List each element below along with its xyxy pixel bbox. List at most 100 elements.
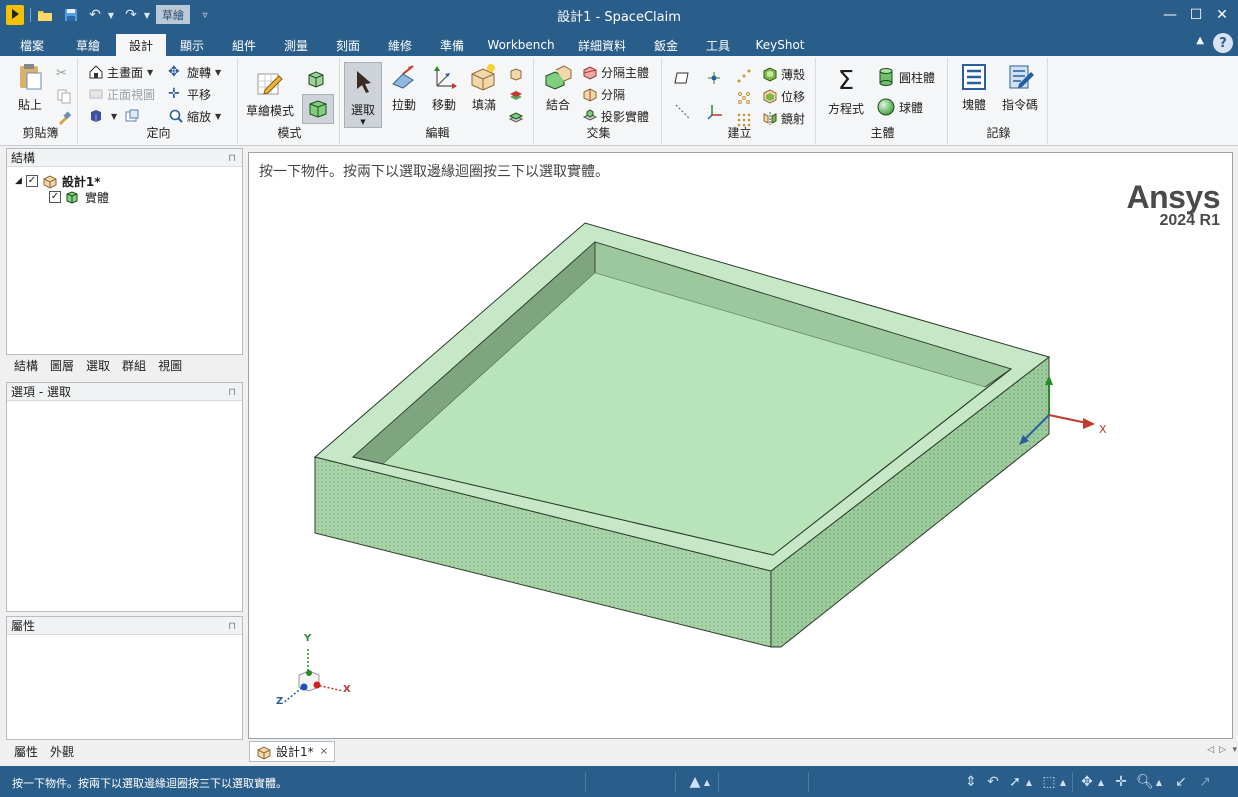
axis-button[interactable] bbox=[674, 102, 695, 122]
spaceclaim-logo-icon[interactable] bbox=[6, 5, 24, 25]
zoom-icon[interactable]: 🔍︎ bbox=[1136, 773, 1154, 791]
tab-selection[interactable]: 選取 bbox=[86, 357, 110, 375]
section-mode-button[interactable] bbox=[306, 68, 329, 90]
script-button[interactable]: 指令碼 bbox=[998, 62, 1042, 113]
split-button[interactable]: 分隔 bbox=[582, 84, 625, 104]
point-button[interactable] bbox=[736, 66, 755, 86]
redo-icon[interactable]: ↷ bbox=[122, 5, 140, 25]
document-tab[interactable]: 設計1* × bbox=[249, 741, 336, 762]
tab-properties[interactable]: 屬性 bbox=[14, 743, 38, 761]
tab-workbench[interactable]: Workbench bbox=[486, 34, 556, 56]
dropdown-arrow-icon[interactable]: ▲ bbox=[1154, 773, 1164, 791]
select-cursor-icon[interactable]: ➚ bbox=[1006, 773, 1024, 791]
shell-button[interactable]: 薄殼 bbox=[762, 64, 805, 84]
cylinder-button[interactable]: 圓柱體 bbox=[876, 66, 935, 88]
blend-button[interactable] bbox=[508, 64, 527, 84]
origin-button[interactable] bbox=[706, 68, 725, 88]
visibility-checkbox[interactable]: ✓ bbox=[25, 175, 38, 187]
close-tab-icon[interactable]: × bbox=[320, 746, 328, 757]
plane-button[interactable] bbox=[674, 68, 695, 88]
undo-icon[interactable]: ↶ bbox=[86, 5, 104, 25]
pattern-button[interactable] bbox=[736, 88, 755, 108]
visibility-checkbox[interactable]: ✓ bbox=[49, 191, 61, 203]
pin-icon[interactable]: ⊓ bbox=[228, 150, 236, 168]
sphere-button[interactable]: 球體 bbox=[876, 96, 923, 118]
customize-toolbar-icon[interactable]: ▿ bbox=[198, 5, 212, 25]
pan-button[interactable]: ✛ 平移 bbox=[168, 84, 211, 104]
3d-viewport[interactable]: 按一下物件。按兩下以選取邊緣迴圈按三下以選取實體。 Ansys 2024 R1 bbox=[248, 152, 1233, 739]
redo-dropdown-icon[interactable]: ▼ bbox=[142, 5, 152, 25]
tab-assembly[interactable]: 組件 bbox=[224, 34, 264, 56]
paste-button[interactable]: 貼上 bbox=[12, 62, 48, 113]
tab-prepare[interactable]: 準備 bbox=[432, 34, 472, 56]
tab-sketch[interactable]: 草繪 bbox=[68, 34, 108, 56]
tab-list-icon[interactable]: ▾ bbox=[1232, 745, 1237, 755]
tree-item-solid[interactable]: ✓ 實體 bbox=[49, 189, 109, 205]
sketch-mode-button[interactable]: 草繪模式 bbox=[244, 68, 296, 119]
scroll-right-icon[interactable]: ▷ bbox=[1219, 745, 1226, 755]
dropdown-arrow-icon[interactable]: ▲ bbox=[702, 773, 712, 791]
tree-expand-icon[interactable]: ◢ bbox=[15, 176, 22, 186]
tab-display[interactable]: 顯示 bbox=[172, 34, 212, 56]
box-select-icon[interactable]: ⬚ bbox=[1040, 773, 1058, 791]
tab-sheet-metal[interactable]: 鈑金 bbox=[646, 34, 686, 56]
next-view-icon[interactable]: ↗ bbox=[1196, 773, 1214, 791]
cut-button[interactable]: ✂ bbox=[56, 64, 75, 84]
tab-repair[interactable]: 維修 bbox=[380, 34, 420, 56]
tab-file[interactable]: 檔案 bbox=[12, 34, 52, 56]
tray-body[interactable] bbox=[313, 222, 1051, 648]
block-button[interactable]: 塊體 bbox=[956, 62, 992, 113]
copy-button[interactable] bbox=[56, 86, 75, 106]
project-button[interactable]: 投影實體 bbox=[582, 106, 649, 126]
layer-view-button[interactable] bbox=[124, 106, 143, 126]
tab-measure[interactable]: 測量 bbox=[276, 34, 316, 56]
previous-view-icon[interactable]: ↙ bbox=[1172, 773, 1190, 791]
combine-button[interactable]: 結合 bbox=[538, 62, 578, 113]
combine-layers-button[interactable] bbox=[508, 86, 527, 106]
split-body-button[interactable]: 分隔主體 bbox=[582, 62, 649, 82]
offset-button[interactable]: 位移 bbox=[762, 86, 805, 106]
tab-layers[interactable]: 圖層 bbox=[50, 357, 74, 375]
tab-design[interactable]: 設計 bbox=[116, 34, 166, 56]
save-icon[interactable] bbox=[62, 5, 80, 25]
select-button[interactable]: 選取 ▼ bbox=[344, 62, 382, 128]
tab-appearance[interactable]: 外觀 bbox=[50, 743, 74, 761]
home-button[interactable]: 主畫面 ▼ bbox=[88, 62, 153, 82]
updown-arrows-icon[interactable]: ⇕ bbox=[962, 773, 980, 791]
spin-button[interactable]: ✥ 旋轉 ▼ bbox=[168, 62, 221, 82]
dropdown-arrow-icon[interactable]: ▲ bbox=[1024, 773, 1034, 791]
pan-icon[interactable]: ✛ bbox=[1112, 773, 1130, 791]
tab-groups[interactable]: 群組 bbox=[122, 357, 146, 375]
orientation-gizmo[interactable] bbox=[271, 631, 361, 721]
tab-keyshot[interactable]: KeyShot bbox=[752, 34, 808, 56]
spin-icon[interactable]: ✥ bbox=[1078, 773, 1096, 791]
zoom-button[interactable]: 縮放 ▼ bbox=[168, 106, 221, 126]
help-button[interactable]: ? bbox=[1213, 33, 1233, 53]
undo-select-icon[interactable]: ↶ bbox=[984, 773, 1002, 791]
3d-mode-button[interactable] bbox=[302, 94, 334, 124]
tab-views[interactable]: 視圖 bbox=[158, 357, 182, 375]
minimize-button[interactable]: — bbox=[1159, 4, 1181, 26]
scroll-left-icon[interactable]: ◁ bbox=[1207, 745, 1214, 755]
move-button[interactable]: 移動 bbox=[426, 62, 462, 113]
plan-view-button[interactable]: 正面視圖 bbox=[88, 84, 155, 104]
tab-structure[interactable]: 結構 bbox=[14, 357, 38, 375]
tree-item-design[interactable]: ◢ ✓ 設計1* bbox=[15, 173, 101, 189]
tab-tools[interactable]: 工具 bbox=[698, 34, 738, 56]
pin-icon[interactable]: ⊓ bbox=[228, 618, 236, 636]
fill-button[interactable]: 填滿 bbox=[466, 62, 502, 113]
open-folder-icon[interactable] bbox=[36, 5, 54, 25]
undo-dropdown-icon[interactable]: ▼ bbox=[106, 5, 116, 25]
coordinate-system-button[interactable] bbox=[706, 102, 727, 122]
view-cube-button[interactable]: ▼ bbox=[88, 106, 117, 126]
tab-detailing[interactable]: 詳細資料 bbox=[572, 34, 632, 56]
maximize-button[interactable]: ☐ bbox=[1185, 4, 1207, 26]
tab-facets[interactable]: 刻面 bbox=[328, 34, 368, 56]
dropdown-arrow-icon[interactable]: ▲ bbox=[1096, 773, 1106, 791]
equation-button[interactable]: Σ 方程式 bbox=[824, 66, 868, 117]
collapse-ribbon-icon[interactable]: ▲ bbox=[1196, 35, 1204, 46]
dropdown-arrow-icon[interactable]: ▲ bbox=[1058, 773, 1068, 791]
pull-button[interactable]: 拉動 bbox=[386, 62, 422, 113]
sketch-mode-chip[interactable]: 草繪 bbox=[156, 5, 190, 24]
close-button[interactable]: ✕ bbox=[1211, 4, 1233, 26]
